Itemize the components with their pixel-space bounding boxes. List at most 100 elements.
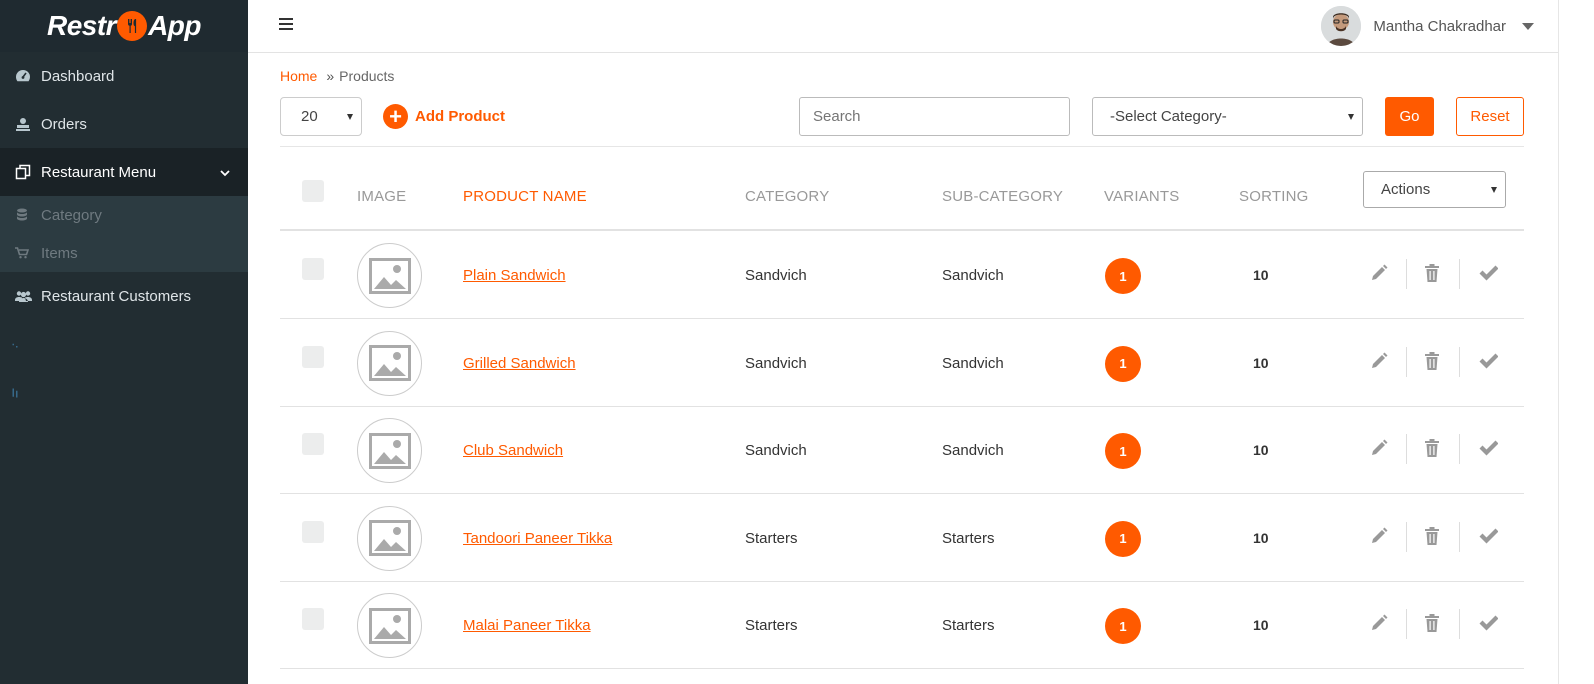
trash-icon[interactable] bbox=[1420, 436, 1444, 460]
check-icon[interactable] bbox=[1476, 611, 1500, 635]
product-image-placeholder bbox=[357, 243, 422, 308]
breadcrumb: Home » Products bbox=[280, 68, 394, 84]
table-header: IMAGE PRODUCT NAME CATEGORY SUB-CATEGORY… bbox=[280, 147, 1524, 231]
column-header-variants: VARIANTS bbox=[1104, 188, 1180, 205]
sidebar-subitem-label: Items bbox=[41, 244, 78, 262]
page-size-value: 20 bbox=[301, 108, 318, 125]
sorting-value: 10 bbox=[1253, 529, 1269, 546]
variants-badge[interactable]: 1 bbox=[1105, 433, 1141, 469]
image-placeholder-icon bbox=[368, 520, 411, 556]
product-name-link[interactable]: Plain Sandwich bbox=[463, 267, 566, 284]
row-checkbox[interactable] bbox=[302, 258, 324, 280]
user-name: Mantha Chakradhar bbox=[1373, 17, 1506, 35]
bulk-actions-label: Actions bbox=[1381, 181, 1431, 198]
sidebar-subitem-label: Category bbox=[41, 206, 102, 224]
pencil-icon[interactable] bbox=[1367, 524, 1391, 548]
trash-icon[interactable] bbox=[1420, 349, 1444, 373]
add-product-button[interactable]: + Add Product bbox=[383, 104, 505, 129]
sorting-value: 10 bbox=[1253, 354, 1269, 371]
product-image-placeholder bbox=[357, 418, 422, 483]
category-select[interactable]: -Select Category- bbox=[1092, 97, 1363, 136]
divider bbox=[1459, 609, 1460, 639]
divider bbox=[1406, 346, 1407, 377]
variants-badge[interactable]: 1 bbox=[1105, 258, 1141, 294]
add-product-label: Add Product bbox=[415, 108, 505, 125]
sidebar-item-dashboard[interactable]: Dashboard bbox=[0, 52, 248, 100]
pencil-icon[interactable] bbox=[1367, 436, 1391, 460]
product-name-link[interactable]: Grilled Sandwich bbox=[463, 355, 576, 372]
divider bbox=[1459, 521, 1460, 552]
sidebar-item-restaurant-customers[interactable]: Restaurant Customers bbox=[0, 272, 248, 320]
sidebar-subitem-items[interactable]: Items bbox=[0, 234, 248, 272]
brand-suffix: App bbox=[148, 10, 202, 41]
sidebar: Restr App Dashboard Orders Restaurant Me… bbox=[0, 0, 248, 684]
row-checkbox[interactable] bbox=[302, 433, 324, 455]
bulk-actions-select[interactable]: Actions bbox=[1363, 171, 1506, 208]
cart-icon bbox=[14, 245, 30, 261]
pencil-icon[interactable] bbox=[1367, 261, 1391, 285]
pencil-icon[interactable] bbox=[1367, 349, 1391, 373]
check-icon[interactable] bbox=[1476, 524, 1500, 548]
sidebar-submenu: Category Items bbox=[0, 196, 248, 272]
sidebar-subitem-category[interactable]: Category bbox=[0, 196, 248, 234]
divider bbox=[1459, 434, 1460, 464]
scrollbar[interactable] bbox=[1558, 0, 1594, 684]
column-header-category: CATEGORY bbox=[745, 188, 830, 205]
breadcrumb-home-link[interactable]: Home bbox=[280, 68, 317, 84]
product-sub-category: Sandvich bbox=[942, 267, 1004, 284]
page-size-select[interactable]: 20 bbox=[280, 97, 362, 136]
divider bbox=[1406, 609, 1407, 639]
user-menu[interactable]: Mantha Chakradhar bbox=[1321, 6, 1534, 46]
product-name-link[interactable]: Malai Paneer Tikka bbox=[463, 617, 591, 634]
product-name-link[interactable]: Tandoori Paneer Tikka bbox=[463, 530, 612, 547]
check-icon[interactable] bbox=[1476, 261, 1500, 285]
trash-icon[interactable] bbox=[1420, 524, 1444, 548]
brand-logo[interactable]: Restr App bbox=[0, 0, 248, 52]
menu-copy-icon bbox=[14, 163, 32, 181]
product-image-placeholder bbox=[357, 330, 422, 396]
row-checkbox[interactable] bbox=[302, 345, 324, 368]
dropdown-arrow-icon bbox=[1491, 186, 1497, 193]
caret-down-icon bbox=[1522, 22, 1534, 30]
trash-icon[interactable] bbox=[1420, 261, 1444, 285]
row-checkbox[interactable] bbox=[302, 608, 324, 630]
variants-badge[interactable]: 1 bbox=[1105, 345, 1141, 382]
product-image-placeholder bbox=[357, 593, 422, 658]
sorting-value: 10 bbox=[1253, 617, 1269, 633]
go-button[interactable]: Go bbox=[1385, 97, 1434, 136]
select-all-checkbox[interactable] bbox=[302, 180, 324, 202]
check-icon[interactable] bbox=[1476, 349, 1500, 373]
trash-icon[interactable] bbox=[1420, 611, 1444, 635]
breadcrumb-separator: » bbox=[326, 68, 335, 84]
variants-badge[interactable]: 1 bbox=[1105, 608, 1141, 644]
table-row: Tandoori Paneer Tikka Starters Starters … bbox=[280, 494, 1524, 582]
avatar bbox=[1321, 6, 1362, 46]
column-header-product-name[interactable]: PRODUCT NAME bbox=[463, 188, 587, 205]
hamburger-menu-icon[interactable] bbox=[279, 18, 293, 32]
search-input[interactable] bbox=[799, 97, 1070, 136]
category-select-value: -Select Category- bbox=[1110, 108, 1227, 125]
check-icon[interactable] bbox=[1476, 436, 1500, 460]
dropdown-arrow-icon bbox=[1348, 113, 1354, 120]
product-name-link[interactable]: Club Sandwich bbox=[463, 442, 563, 459]
column-header-image: IMAGE bbox=[357, 188, 407, 205]
divider bbox=[1406, 434, 1407, 464]
dropdown-arrow-icon bbox=[347, 113, 353, 120]
pencil-icon[interactable] bbox=[1367, 611, 1391, 635]
sorting-value: 10 bbox=[1253, 267, 1269, 283]
sidebar-item-restaurant-menu[interactable]: Restaurant Menu bbox=[0, 148, 248, 196]
product-image-placeholder bbox=[357, 505, 422, 571]
sidebar-item-orders[interactable]: Orders bbox=[0, 100, 248, 148]
variants-badge[interactable]: 1 bbox=[1105, 520, 1141, 557]
users-icon bbox=[14, 287, 32, 305]
product-category: Sandvich bbox=[745, 442, 807, 459]
table-row: Club Sandwich Sandvich Sandvich 1 10 bbox=[280, 406, 1524, 494]
product-category: Starters bbox=[745, 529, 798, 547]
image-placeholder-icon bbox=[368, 607, 411, 644]
chevron-down-icon bbox=[220, 164, 230, 181]
row-checkbox[interactable] bbox=[302, 520, 324, 543]
image-placeholder-icon bbox=[368, 432, 411, 469]
column-header-sub-category: SUB-CATEGORY bbox=[942, 188, 1064, 205]
reset-button[interactable]: Reset bbox=[1456, 97, 1524, 136]
plus-circle-icon: + bbox=[383, 104, 408, 129]
